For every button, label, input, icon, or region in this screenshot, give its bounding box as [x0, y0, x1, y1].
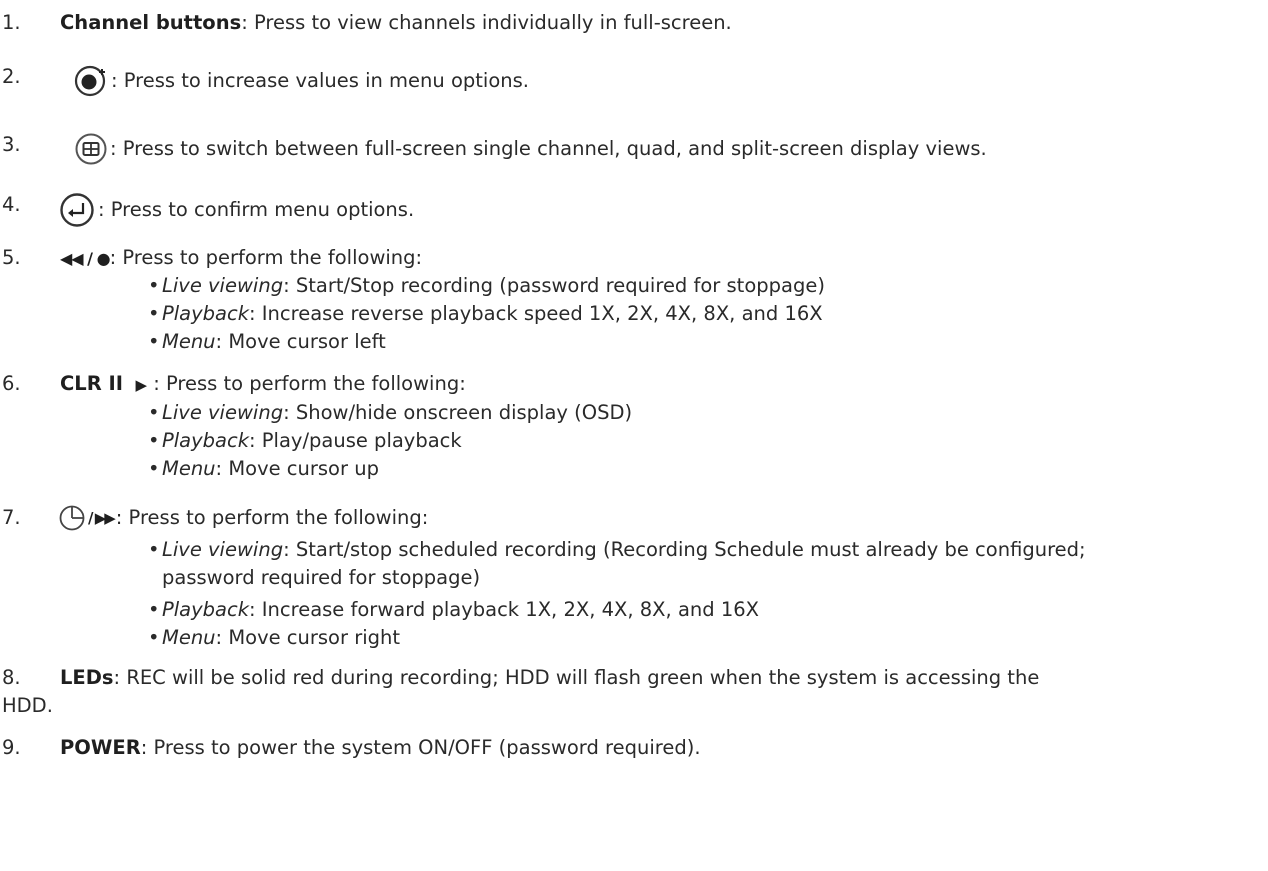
item-number: 5.	[2, 246, 21, 269]
item-body: CLR II ▶ : Press to perform the followin…	[60, 372, 466, 395]
item-number: 6.	[2, 372, 21, 395]
term-leds: LEDs	[60, 666, 114, 689]
item-number: 2.	[2, 65, 21, 88]
bullet-item: • Menu: Move cursor left	[148, 330, 386, 353]
bullet-item: • Live viewing: Start/Stop recording (pas…	[148, 274, 825, 297]
term-power: POWER	[60, 736, 141, 759]
item-number: 4.	[2, 193, 21, 216]
rewind-record-symbol: ◀◀ / ●	[60, 249, 111, 268]
bullet-item: • Menu: Move cursor right	[148, 626, 401, 649]
item-body: / ▶▶ : Press to perform the following:	[58, 505, 1264, 531]
item-number: 3.	[2, 133, 21, 156]
split-screen-icon	[74, 132, 108, 166]
item-body: LEDs: REC will be solid red during recor…	[60, 666, 1040, 689]
enter-icon	[58, 192, 96, 228]
bullet-item: • Live viewing: Show/hide onscreen displa…	[148, 401, 633, 424]
clr-label: CLR II	[60, 372, 124, 395]
bullet-item-continuation: password required for stoppage)	[162, 566, 481, 589]
play-icon: ▶	[135, 376, 148, 394]
item-number: 1.	[2, 11, 21, 34]
item-number: 8.	[2, 666, 21, 689]
fast-forward-symbol: / ▶▶	[88, 509, 116, 527]
bullet-item: • Playback: Increase reverse playback spe…	[148, 302, 823, 325]
document-page: 1. Channel buttons: Press to view channe…	[0, 0, 1268, 871]
bullet-item: • Menu: Move cursor up	[148, 457, 379, 480]
item-body: : Press to increase values in menu optio…	[73, 64, 1264, 98]
item-body: : Press to switch between full-screen si…	[74, 132, 1264, 166]
term-channel-buttons: Channel buttons	[60, 11, 242, 34]
item-body: ◀◀ / ●: Press to perform the following:	[60, 246, 423, 269]
item-number: 9.	[2, 736, 21, 759]
bullet-item: • Playback: Increase forward playback 1X,…	[148, 598, 759, 621]
plus-circle-icon	[73, 64, 109, 98]
bullet-item: • Live viewing: Start/stop scheduled reco…	[148, 538, 1086, 561]
item-body: Channel buttons: Press to view channels …	[60, 11, 732, 34]
item-body: POWER: Press to power the system ON/OFF …	[60, 736, 701, 759]
item-number: 7.	[2, 506, 21, 529]
clock-icon	[58, 505, 86, 531]
bullet-item: • Playback: Play/pause playback	[148, 429, 462, 452]
item-body: : Press to confirm menu options.	[58, 192, 1264, 228]
